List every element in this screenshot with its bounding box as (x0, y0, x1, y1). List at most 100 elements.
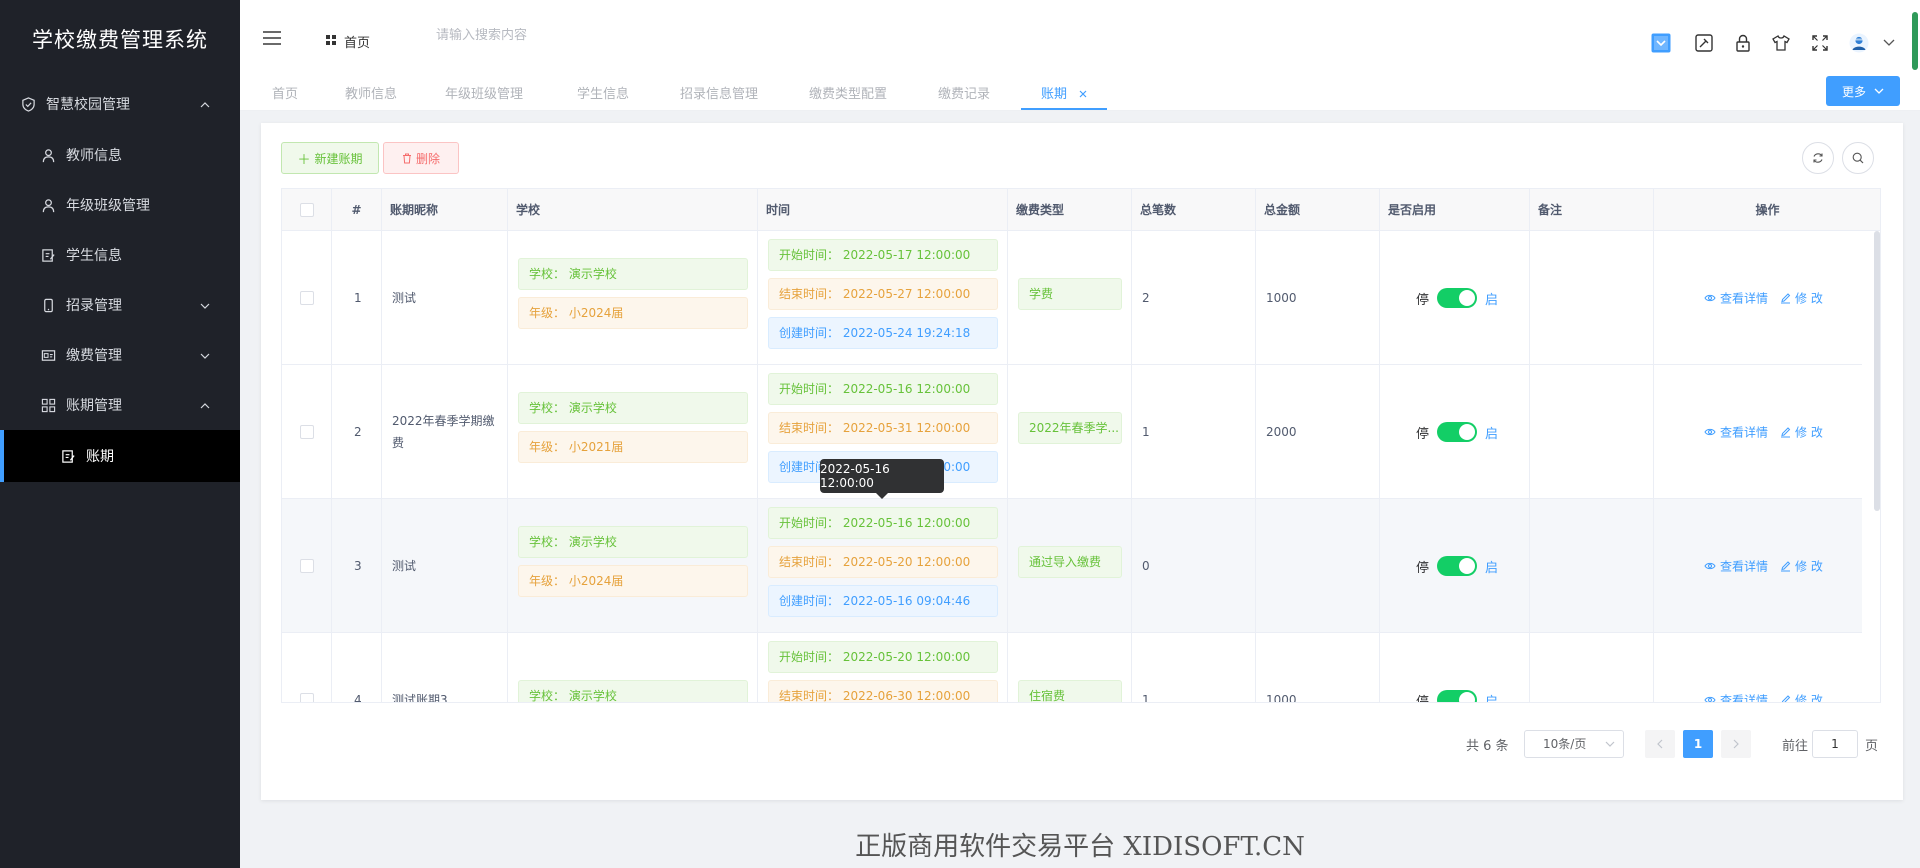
enable-switch[interactable]: 停 启 (1416, 556, 1498, 576)
row-checkbox[interactable] (300, 693, 314, 702)
page-number-button[interactable]: 1 (1683, 730, 1713, 758)
row-index: 4 (354, 693, 362, 703)
edit-icon (1780, 427, 1791, 438)
row-checkbox[interactable] (300, 425, 314, 439)
edit-link[interactable]: 修 改 (1780, 692, 1823, 702)
view-label: 查看详情 (1720, 559, 1769, 574)
avatar[interactable] (1848, 32, 1870, 54)
view-detail-link[interactable]: 查看详情 (1704, 290, 1768, 307)
sidebar-item-label: 智慧校园管理 (46, 97, 130, 113)
tab-grade-class[interactable]: 年级班级管理 (445, 83, 523, 102)
refresh-button[interactable] (1802, 142, 1834, 174)
search-button[interactable] (1842, 142, 1874, 174)
td-school: 学校： 演示学校 年级： 小2021届 (508, 365, 758, 499)
sidebar-item-grade-class[interactable]: 年级班级管理 (0, 180, 240, 230)
edit-doc-icon (60, 448, 76, 464)
switch-track[interactable] (1437, 422, 1478, 442)
view-detail-link[interactable]: 查看详情 (1704, 558, 1768, 575)
chevron-up-icon (200, 397, 210, 413)
select-all-checkbox[interactable] (300, 203, 314, 217)
switch-track[interactable] (1437, 288, 1478, 308)
sidebar-item-admission[interactable]: 招录管理 (0, 280, 240, 330)
created-time-tag: 创建时间： 2022-05-16 09:04:46 (768, 585, 998, 617)
th-name: 账期昵称 (382, 189, 508, 231)
sidebar-item-smart-campus[interactable]: 智慧校园管理 (0, 78, 240, 130)
tab-home[interactable]: 首页 (272, 83, 298, 102)
edit-link[interactable]: 修 改 (1780, 290, 1823, 307)
sidebar-item-billing-period[interactable]: 账期 (0, 430, 240, 482)
row-checkbox[interactable] (300, 291, 314, 305)
td-count: 0 (1132, 499, 1256, 633)
td-count: 1 (1132, 633, 1256, 703)
sidebar-item-billing-period-mgmt[interactable]: 账期管理 (0, 380, 240, 430)
edit-link[interactable]: 修 改 (1780, 558, 1823, 575)
th-enabled: 是否启用 (1380, 189, 1530, 231)
tab-payment-record[interactable]: 缴费记录 (938, 83, 990, 102)
enable-switch[interactable]: 停 启 (1416, 422, 1498, 442)
grade-tag: 年级： 小2021届 (518, 431, 748, 463)
total-count: 共 6 条 (1466, 739, 1509, 754)
sidebar-item-label: 账期管理 (66, 398, 122, 414)
cleaner-icon[interactable] (1693, 32, 1715, 54)
row-amount: 2000 (1266, 425, 1297, 439)
delete-button[interactable]: 删除 (383, 142, 459, 174)
hamburger-icon[interactable] (262, 30, 282, 49)
home-breadcrumb[interactable]: 首页 (326, 32, 370, 51)
dropdown-toggle-icon[interactable] (1650, 32, 1672, 54)
edit-label: 修 改 (1795, 291, 1823, 306)
end-time-tag: 结束时间： 2022-05-27 12:00:00 (768, 278, 998, 310)
new-billing-period-button[interactable]: ＋ 新建账期 (281, 142, 379, 174)
tabs-bar: 首页 教师信息 年级班级管理 学生信息 招录信息管理 缴费类型配置 缴费记录 账… (240, 71, 1920, 111)
search-input[interactable] (436, 28, 736, 43)
tab-payment-type[interactable]: 缴费类型配置 (809, 83, 887, 102)
row-checkbox[interactable] (300, 559, 314, 573)
th-index: # (332, 189, 382, 231)
user-icon (40, 197, 56, 213)
enable-switch[interactable]: 停 启 (1416, 288, 1498, 308)
view-label: 查看详情 (1720, 693, 1769, 703)
view-detail-link[interactable]: 查看详情 (1704, 424, 1768, 441)
tab-label: 账期 (1041, 87, 1068, 102)
type-tag: 通过导入缴费 (1018, 546, 1122, 578)
tab-admission-info[interactable]: 招录信息管理 (680, 83, 758, 102)
chevron-down-icon[interactable] (1878, 32, 1900, 54)
sidebar-item-label: 招录管理 (66, 298, 122, 314)
eye-icon (1704, 562, 1716, 571)
goto-page-input[interactable]: 1 (1812, 730, 1858, 758)
fullscreen-icon[interactable] (1809, 32, 1831, 54)
more-button[interactable]: 更多 (1826, 76, 1900, 106)
sidebar-item-teachers[interactable]: 教师信息 (0, 130, 240, 180)
lock-icon[interactable] (1732, 32, 1754, 54)
tab-billing-period[interactable]: 账期 (1041, 83, 1087, 102)
tshirt-icon[interactable] (1770, 32, 1792, 54)
td-type: 住宿费 (1008, 633, 1132, 702)
view-detail-link[interactable]: 查看详情 (1704, 692, 1769, 703)
sidebar-item-payment[interactable]: 缴费管理 (0, 330, 240, 380)
page-size-select[interactable]: 10条/页 (1524, 730, 1624, 758)
td-count: 2 (1132, 231, 1256, 365)
start-time-tag: 开始时间： 2022-05-16 12:00:00 (768, 507, 998, 539)
td-name: 2022年春季学期缴费 (382, 365, 508, 499)
enable-switch[interactable]: 停 启 (1416, 690, 1498, 702)
row-count: 1 (1142, 693, 1150, 703)
table-row: 1 测试 学校： 演示学校 年级： 小2024届 开始时间： 2022-05-1… (282, 231, 1862, 365)
next-page-button[interactable] (1721, 730, 1751, 758)
school-tag: 学校： 演示学校 (518, 258, 748, 290)
billing-period-table: # 账期昵称 学校 时间 缴费类型 总笔数 总金额 是否启用 备注 操作 1 测… (281, 188, 1881, 703)
close-icon[interactable] (1079, 87, 1087, 102)
edit-link[interactable]: 修 改 (1780, 424, 1823, 441)
trash-icon (402, 153, 412, 164)
td-time: 开始时间： 2022-05-17 12:00:00 结束时间： 2022-05-… (758, 231, 1008, 365)
td-amount: 1000 (1256, 231, 1380, 365)
tab-students[interactable]: 学生信息 (577, 83, 629, 102)
prev-page-button[interactable] (1645, 730, 1675, 758)
table-scrollbar[interactable] (1874, 231, 1880, 511)
sidebar-item-students[interactable]: 学生信息 (0, 230, 240, 280)
row-name: 测试账期3 (392, 693, 448, 703)
switch-track[interactable] (1437, 690, 1478, 702)
scroll-indicator[interactable] (1912, 12, 1918, 70)
td-amount (1256, 499, 1380, 633)
row-count: 1 (1142, 425, 1150, 439)
tab-teachers[interactable]: 教师信息 (345, 83, 397, 102)
switch-track[interactable] (1437, 556, 1478, 576)
